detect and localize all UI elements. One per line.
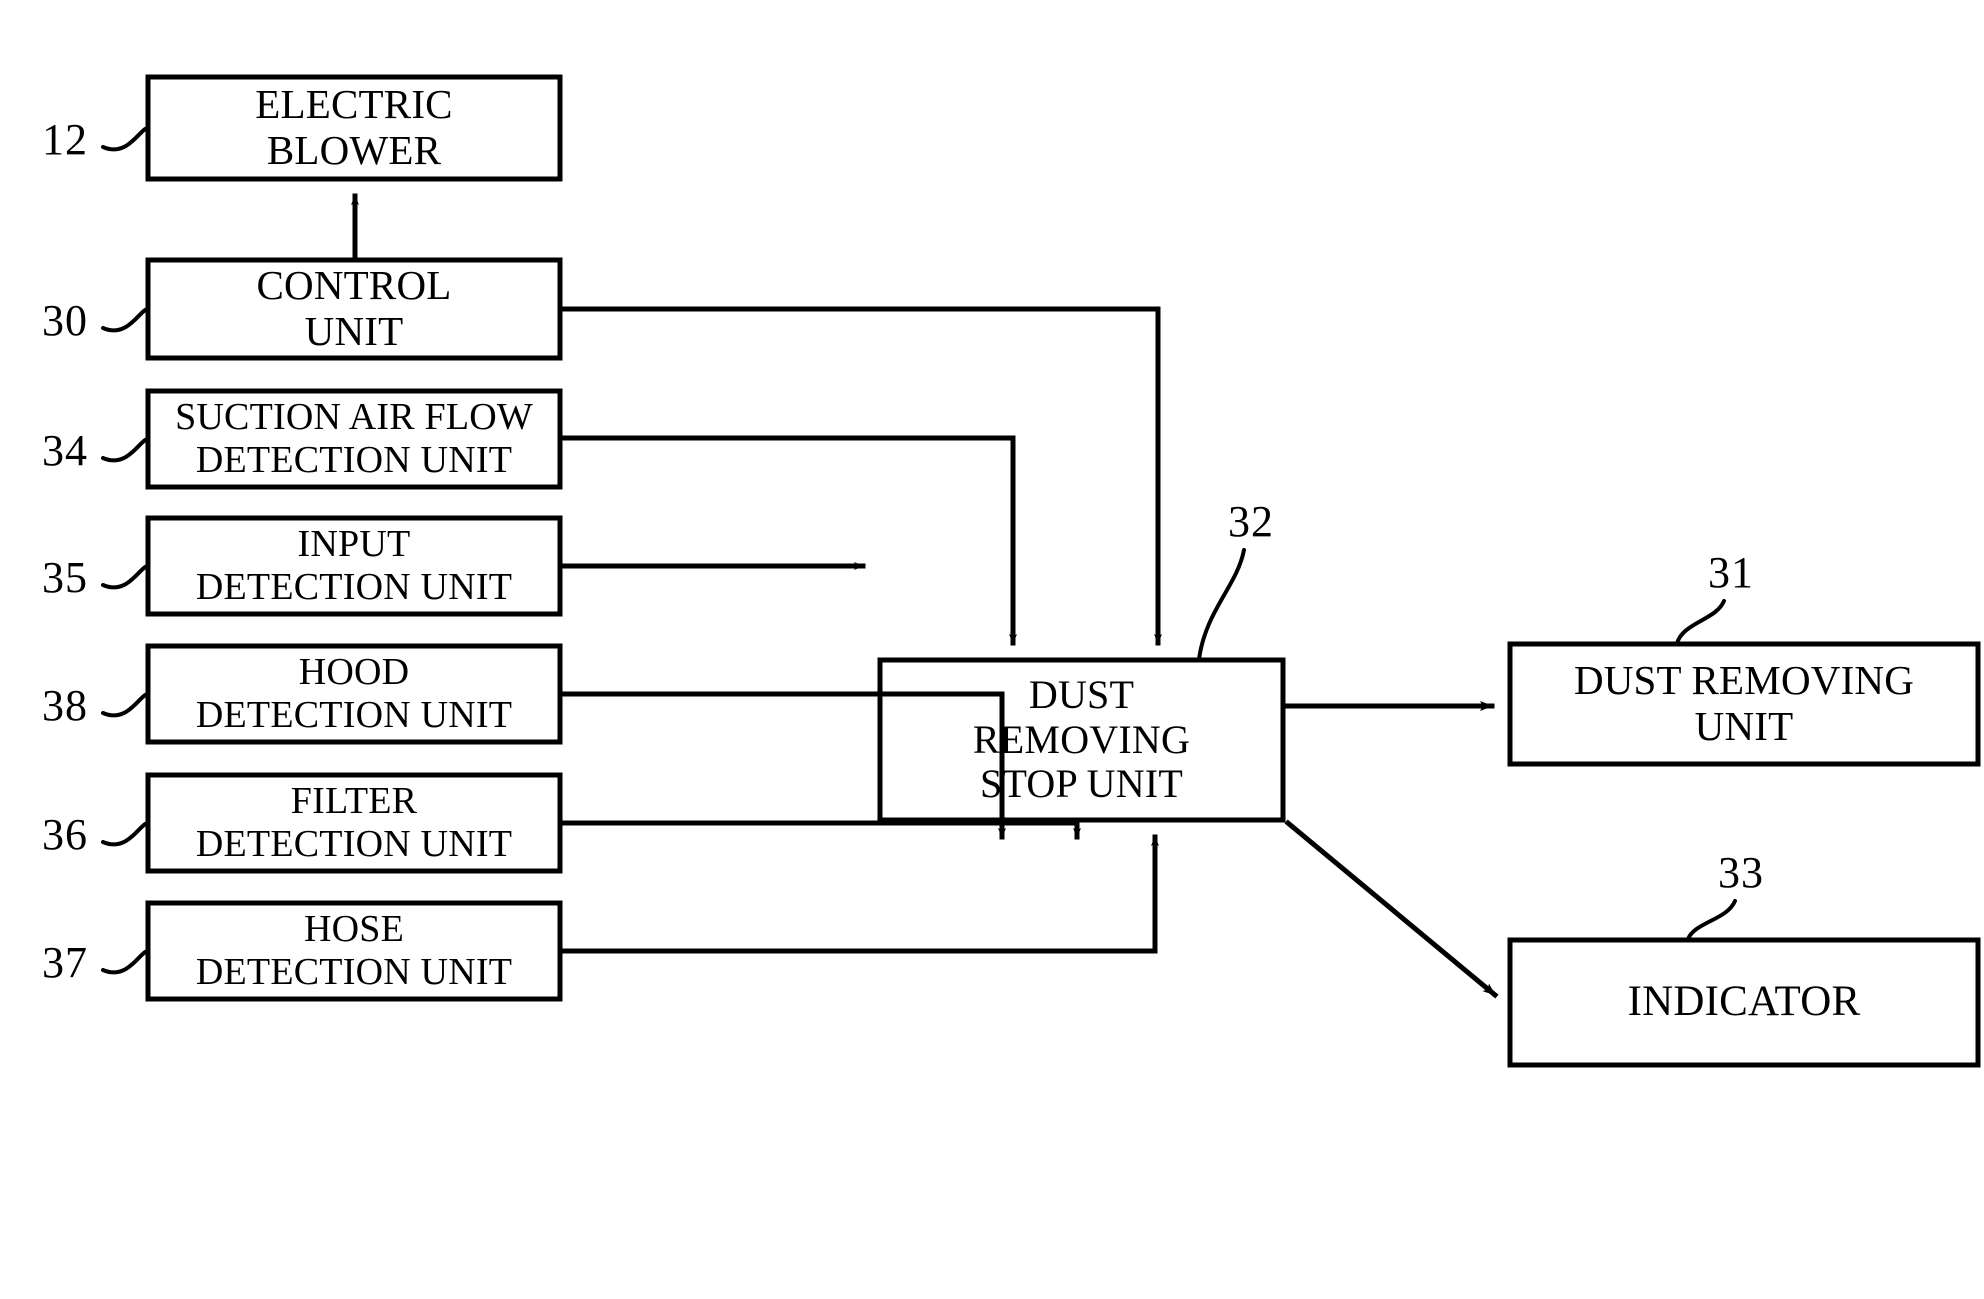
leader-30: [101, 307, 150, 333]
ref-number-38: 38: [42, 681, 88, 730]
ref-number-35: 35: [42, 553, 88, 602]
leader-33: [1686, 899, 1737, 941]
box-electric-blower: [145, 74, 563, 182]
box-input-detection-unit: [145, 515, 563, 617]
line-control-to-stop-unit: [557, 306, 1162, 646]
line-filter-to-stop-unit: [557, 820, 1081, 840]
leader-32: [1197, 548, 1246, 661]
box-suction-air-flow-detection-unit: [145, 388, 563, 490]
box-dust-removing-unit: [1507, 641, 1981, 767]
box-indicator: [1507, 937, 1981, 1068]
line-hose-to-stop-unit: [557, 834, 1159, 954]
box-dust-removing-stop-unit: [877, 657, 1286, 823]
box-hood-detection-unit: [145, 643, 563, 745]
ref-number-34: 34: [42, 426, 88, 475]
leader-38: [101, 692, 150, 718]
box-hose-detection-unit: [145, 900, 563, 1002]
leader-35: [101, 564, 150, 590]
line-suction-to-stop-unit: [557, 435, 1017, 646]
ref-number-37: 37: [42, 938, 88, 987]
leader-12: [101, 126, 150, 152]
ref-number-30: 30: [42, 296, 88, 345]
box-filter-detection-unit: [145, 772, 563, 874]
leader-31: [1675, 599, 1726, 645]
ref-number-36: 36: [42, 810, 88, 859]
leader-34: [101, 437, 150, 463]
line-hood-to-stop-unit: [557, 691, 1006, 840]
line-stop-unit-to-indicator: [1284, 819, 1499, 999]
ref-number-31: 31: [1708, 548, 1754, 597]
leader-36: [101, 821, 150, 847]
ref-number-33: 33: [1718, 848, 1764, 897]
ref-number-32: 32: [1228, 497, 1274, 546]
patent-figure-canvas: ELECTRIC BLOWER CONTROL UNIT SUCTION AIR…: [0, 0, 1984, 1299]
ref-number-12: 12: [42, 115, 88, 164]
diagram-vector-layer: [101, 74, 1981, 1068]
box-control-unit: [145, 257, 563, 361]
leader-37: [101, 949, 150, 975]
